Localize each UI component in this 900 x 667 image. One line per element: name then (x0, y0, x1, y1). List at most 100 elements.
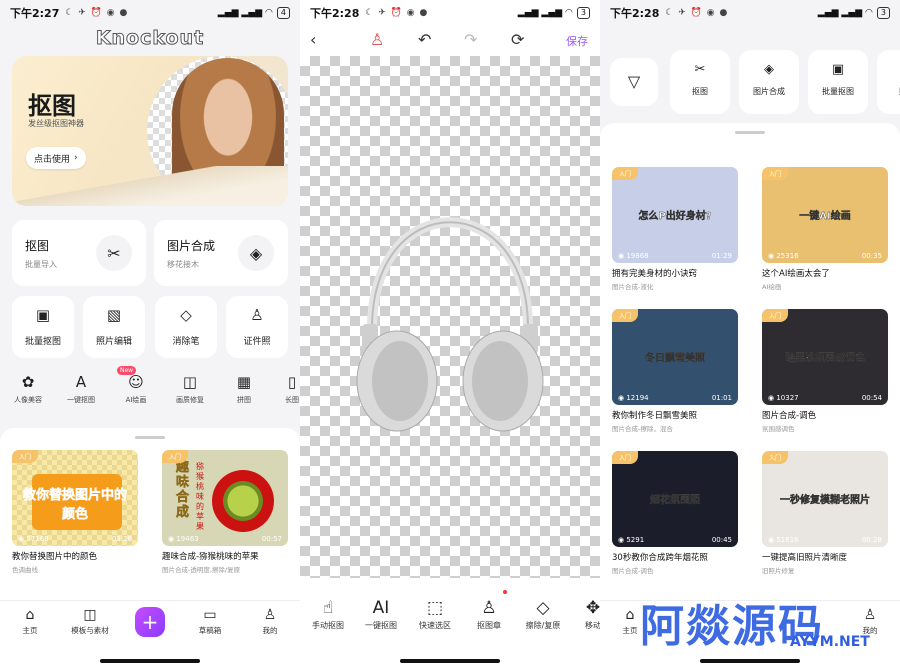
tool-collage[interactable]: ▦ 拼图 (218, 373, 270, 405)
photo-edit-card[interactable]: ▧ 照片编辑 (83, 296, 145, 358)
editor-tools: ☝ 手动抠图 AI 一键抠图 ⬚ 快速选区 ♙ 抠图章 ◇ 擦除/复原 ✥ 移动 (300, 590, 600, 667)
video-subtitle: AI绘画 (762, 283, 782, 291)
view-count: ◉ 19868 (618, 252, 649, 260)
eraser-card[interactable]: ◇ 消除笔 (155, 296, 217, 358)
video-card[interactable]: 冬日飘雪美照 入门 ◉ 12194 01:01 教你制作冬日飘雪美照 图片合成-擦除，混合 (612, 309, 752, 433)
tool-erase-restore[interactable]: ◇ 擦除/复原 (518, 598, 568, 631)
templates-screen: 下午2:28 ☾ ✈ ⏰ ◉ ● ▂▄▆ ▂▄▆ ◠ 3 ▽ ✂ 抠图 ◈ 图片合成 … (600, 0, 900, 667)
video-title: 图片合成-调色 (762, 411, 817, 421)
sheet-handle[interactable] (135, 436, 165, 439)
nav-label: 模板与素材 (71, 626, 109, 635)
use-now-button[interactable]: 点击使用 › (26, 147, 86, 169)
use-now-label: 点击使用 (34, 154, 71, 165)
chip-composite[interactable]: ◈ 图片合成 (739, 50, 799, 114)
view-count-value: 25316 (776, 252, 799, 260)
edit-canvas[interactable] (300, 56, 600, 578)
duration: 03:26 (111, 535, 132, 543)
save-button[interactable]: 保存 (566, 33, 588, 49)
tool-beauty[interactable]: ✿ 人像美容 (2, 373, 54, 405)
video-title: 一键提高旧照片清晰度 (762, 553, 848, 563)
video-thumbnail: 一秒修复模糊老照片 入门 ◉ 51616 00:28 (762, 451, 888, 547)
thumb-text: 趣味合成 (176, 460, 190, 521)
level-badge: 入门 (612, 309, 639, 322)
beauty-icon: ✿ (21, 373, 35, 391)
tool-ai-cutout[interactable]: AI 一键抠图 (356, 598, 406, 631)
tool-ai-cutout[interactable]: A 一键抠图 (55, 373, 107, 405)
new-badge: New (117, 366, 137, 375)
id-photo-card[interactable]: ♙ 证件照 (226, 296, 288, 358)
hero-title: 抠图 (28, 92, 76, 120)
view-count-value: 19868 (626, 252, 649, 260)
tool-long-image[interactable]: ▯ 长图 (266, 373, 300, 405)
level-badge: 入门 (12, 450, 39, 463)
thumb-text-secondary: 猕猴桃味的苹果 (196, 462, 204, 531)
chip-label: 照片 (877, 86, 900, 97)
video-card[interactable]: 烟花氛围照 入门 ◉ 5291 00:45 30秒教你合成跨年烟花照 图片合成-调色 (612, 451, 752, 575)
hero-subtitle: 发丝级抠图神器 (28, 119, 84, 128)
tool-stamp[interactable]: ♙ 抠图章 (464, 598, 514, 631)
chip-batch-cutout[interactable]: ▣ 批量抠图 (808, 50, 868, 114)
nav-label: 我的 (262, 626, 278, 635)
video-thumbnail: 冬日飘雪美照 入门 ◉ 12194 01:01 (612, 309, 738, 405)
sheet-handle[interactable] (735, 131, 765, 134)
chip-label: 图片合成 (753, 87, 785, 96)
video-card[interactable]: 一键AI绘画 入门 ◉ 25316 00:35 这个AI绘画太会了 AI绘画 (762, 167, 900, 291)
duration: 00:28 (861, 536, 882, 544)
nav-templates[interactable]: ◫ 模板与素材 (60, 607, 120, 636)
redo-icon[interactable]: ↷ (464, 30, 477, 49)
tool-quality-repair[interactable]: ◫ 画质修复 (164, 373, 216, 405)
tool-ai-painting[interactable]: ☺ AI绘画 (110, 373, 162, 405)
quick-select-icon: ⬚ (426, 598, 444, 618)
composite-card[interactable]: 图片合成 移花接木 ◈ (154, 220, 288, 286)
video-thumbnail: 趣味合成 猕猴桃味的苹果 入门 ◉ 19463 00:57 (162, 450, 288, 546)
batch-cutout-card[interactable]: ▣ 批量抠图 (12, 296, 74, 358)
collage-icon: ▦ (236, 373, 252, 391)
nav-profile[interactable]: ♙ 我的 (240, 607, 300, 636)
video-card[interactable]: 一秒修复模糊老照片 入门 ◉ 51616 00:28 一键提高旧照片清晰度 旧照片修复 (762, 451, 900, 575)
duration: 00:57 (261, 535, 282, 543)
video-card[interactable]: 暗黑系氛围感调色 入门 ◉ 10327 00:54 图片合成-调色 氛围感调色 (762, 309, 900, 433)
watermark-sub: AYYM.NET (790, 634, 870, 650)
cutout-card-subtitle: 批量导入 (25, 260, 57, 269)
nav-label: 主页 (22, 626, 38, 635)
signal-icon: ▂▄▆ ▂▄▆ ◠ (217, 8, 273, 18)
move-icon: ✥ (585, 598, 600, 618)
view-count-value: 19463 (176, 535, 199, 543)
batch-cutout-icon: ▣ (35, 306, 51, 324)
chip-label: 批量抠图 (822, 87, 854, 96)
filter-icon[interactable]: ▽ (610, 58, 658, 106)
thumb-text: 怎么P出好身材? (638, 211, 712, 222)
tool-manual-cutout[interactable]: ☝ 手动抠图 (303, 598, 353, 631)
video-card[interactable]: 教你替换图片中的颜色 入门 ◉ 57168 03:26 教你替换图片中的颜色 色… (12, 450, 152, 574)
home-screen: 下午2:27 ☾ ✈ ⏰ ◉ ● ▂▄▆ ▂▄▆ ◠ 4 Knockout 抠图 … (0, 0, 300, 667)
nav-drafts[interactable]: ▭ 草稿箱 (180, 607, 240, 636)
duration: 00:54 (861, 394, 882, 402)
level-badge: 入门 (612, 167, 639, 180)
chip-photo[interactable]: ▧ 照片 (877, 50, 900, 114)
create-plus-button[interactable]: + (135, 607, 165, 637)
tool-label: 人像美容 (14, 396, 42, 404)
undo-icon[interactable]: ↶ (418, 30, 431, 49)
view-count-value: 5291 (626, 536, 645, 544)
video-title: 这个AI绘画太会了 (762, 269, 830, 279)
nav-home[interactable]: ⌂ 主页 (0, 607, 60, 636)
video-card[interactable]: 趣味合成 猕猴桃味的苹果 入门 ◉ 19463 00:57 趣味合成-猕猴桃味的… (162, 450, 300, 574)
cutout-card[interactable]: 抠图 批量导入 ✂ (12, 220, 146, 286)
nav-profile[interactable]: ♙ 我的 (840, 607, 900, 636)
scissors-icon: ✂ (694, 62, 706, 77)
tool-move[interactable]: ✥ 移动 (568, 598, 600, 631)
video-card[interactable]: 怎么P出好身材? 入门 ◉ 19868 01:29 拥有完美身材的小诀窍 图片合成-液化 (612, 167, 752, 291)
composite-card-title: 图片合成 (167, 239, 216, 253)
video-subtitle: 图片合成-调色 (612, 567, 654, 575)
chip-cutout[interactable]: ✂ 抠图 (670, 50, 730, 114)
hero-banner[interactable]: 抠图 发丝级抠图神器 点击使用 › (12, 56, 288, 206)
stamp-icon[interactable]: ♙ (370, 30, 384, 49)
refresh-icon[interactable]: ⟳ (511, 30, 524, 49)
thumb-text: 烟花氛围照 (650, 495, 700, 506)
back-icon[interactable]: ‹ (310, 30, 316, 49)
view-count-value: 12194 (626, 394, 649, 402)
photo-icon: ▧ (877, 62, 900, 80)
video-title: 趣味合成-猕猴桃味的苹果 (162, 552, 259, 562)
tool-quick-select[interactable]: ⬚ 快速选区 (410, 598, 460, 631)
video-thumbnail: 一键AI绘画 入门 ◉ 25316 00:35 (762, 167, 888, 263)
